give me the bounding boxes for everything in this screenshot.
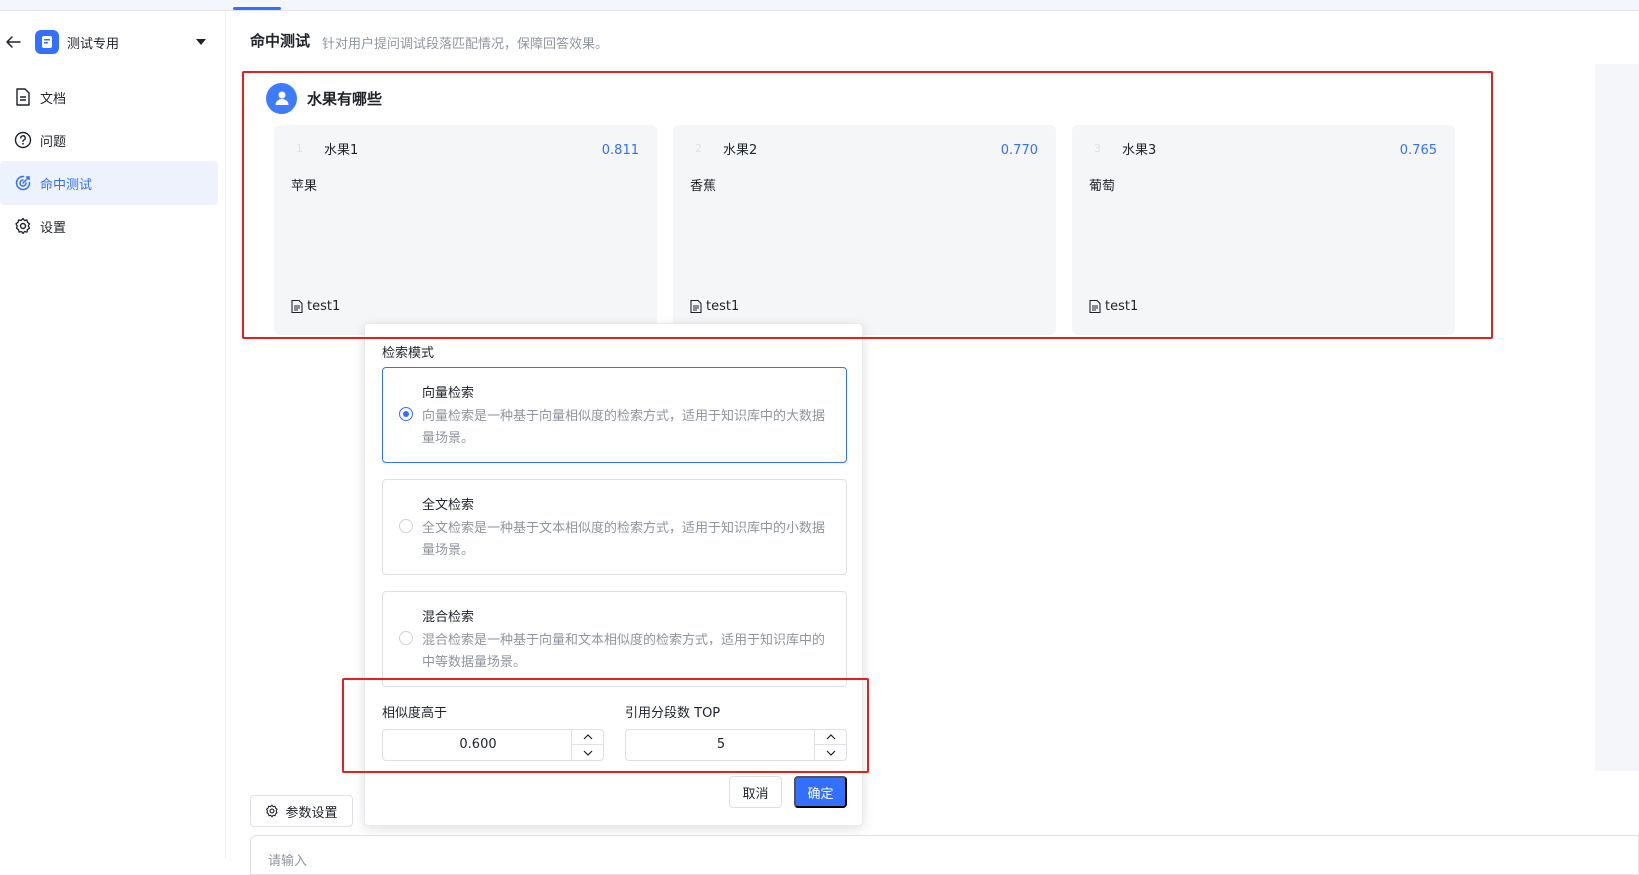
result-index: 3 — [1094, 142, 1101, 155]
radio-button[interactable] — [399, 407, 413, 421]
top-segments-input[interactable]: 5 — [625, 729, 847, 761]
result-name: 水果1 — [324, 143, 359, 158]
active-tab-indicator — [233, 7, 281, 10]
result-source-name: test1 — [1105, 299, 1139, 314]
parameter-settings-button[interactable]: 参数设置 — [250, 795, 353, 827]
file-icon — [291, 300, 303, 313]
search-mode-hybrid[interactable]: 混合检索 混合检索是一种基于向量和文本相似度的检索方式，适用于知识库中的中等数据… — [382, 591, 847, 687]
cancel-button[interactable]: 取消 — [729, 776, 782, 808]
top-segments-label: 引用分段数 TOP — [625, 706, 721, 721]
target-icon — [13, 173, 33, 193]
sidebar-item-label: 文档 — [40, 91, 67, 107]
sidebar-item-label: 设置 — [40, 220, 67, 236]
result-index: 1 — [296, 142, 303, 155]
result-score: 0.811 — [601, 143, 639, 158]
result-content: 葡萄 — [1089, 179, 1116, 194]
question-circle-icon — [13, 130, 33, 150]
question-row: 水果有哪些 — [266, 80, 382, 116]
result-name: 水果2 — [723, 143, 758, 158]
search-mode-fulltext[interactable]: 全文检索 全文检索是一种基于文本相似度的检索方式，适用于知识库中的小数据量场景。 — [382, 479, 847, 575]
sidebar-item-hit-test[interactable]: 命中测试 — [0, 161, 218, 205]
similarity-threshold-value[interactable]: 0.600 — [383, 730, 573, 760]
number-stepper — [571, 730, 603, 760]
sidebar-item-label: 问题 — [40, 134, 67, 150]
similarity-threshold-input[interactable]: 0.600 — [382, 729, 604, 761]
user-avatar-icon — [266, 82, 297, 114]
search-mode-label: 检索模式 — [382, 346, 435, 361]
page-subtitle: 针对用户提问调试段落匹配情况，保障回答效果。 — [322, 37, 609, 52]
knowledge-base-name: 测试专用 — [67, 37, 120, 52]
result-card[interactable]: 2 水果2 0.770 香蕉 test1 — [673, 125, 1056, 335]
page-title: 命中测试 — [250, 32, 311, 50]
question-text: 水果有哪些 — [307, 89, 383, 108]
search-mode-description: 全文检索是一种基于文本相似度的检索方式，适用于知识库中的小数据量场景。 — [422, 521, 826, 558]
radio-button[interactable] — [399, 519, 413, 533]
search-mode-title: 全文检索 — [422, 498, 475, 513]
result-card[interactable]: 1 水果1 0.811 苹果 test1 — [274, 125, 657, 335]
result-name: 水果3 — [1122, 143, 1157, 158]
sidebar: 测试专用 文档 问题 命中测试 设置 — [0, 11, 226, 859]
file-icon — [1089, 300, 1101, 313]
result-content: 香蕉 — [690, 179, 717, 194]
search-mode-description: 混合检索是一种基于向量和文本相似度的检索方式，适用于知识库中的中等数据量场景。 — [422, 633, 826, 670]
sidebar-item-questions[interactable]: 问题 — [0, 118, 218, 162]
gear-icon — [13, 216, 33, 236]
increment-icon[interactable] — [572, 730, 603, 745]
result-content: 苹果 — [291, 179, 318, 194]
confirm-button[interactable]: 确定 — [794, 776, 847, 808]
sidebar-item-documents[interactable]: 文档 — [0, 75, 218, 119]
caret-down-icon[interactable] — [194, 35, 208, 49]
result-source-name: test1 — [706, 299, 740, 314]
sidebar-item-label: 命中测试 — [40, 177, 93, 193]
knowledge-base-header[interactable]: 测试专用 — [0, 27, 226, 57]
result-source: test1 — [1089, 299, 1138, 314]
search-mode-vector[interactable]: 向量检索 向量检索是一种基于向量相似度的检索方式，适用于知识库中的大数据量场景。 — [382, 367, 847, 463]
top-segments-value[interactable]: 5 — [626, 730, 816, 760]
result-card[interactable]: 3 水果3 0.765 葡萄 test1 — [1072, 125, 1455, 335]
increment-icon[interactable] — [815, 730, 846, 745]
result-source-name: test1 — [307, 299, 341, 314]
search-mode-title: 向量检索 — [422, 386, 475, 401]
top-tab-bar — [0, 0, 1639, 11]
parameter-settings-popover: 检索模式 向量检索 向量检索是一种基于向量相似度的检索方式，适用于知识库中的大数… — [364, 323, 863, 826]
parameter-settings-label: 参数设置 — [285, 805, 338, 821]
result-source: test1 — [690, 299, 739, 314]
similarity-threshold-label: 相似度高于 — [382, 706, 448, 721]
decrement-icon[interactable] — [815, 745, 846, 760]
radio-button[interactable] — [399, 631, 413, 645]
number-stepper — [814, 730, 846, 760]
sidebar-item-settings[interactable]: 设置 — [0, 204, 218, 248]
result-source: test1 — [291, 299, 340, 314]
document-icon — [13, 87, 33, 107]
file-icon — [690, 300, 702, 313]
gear-icon — [266, 804, 279, 818]
search-mode-description: 向量检索是一种基于向量相似度的检索方式，适用于知识库中的大数据量场景。 — [422, 409, 826, 446]
question-input[interactable]: 请输入 — [250, 835, 1639, 875]
search-mode-title: 混合检索 — [422, 610, 475, 625]
result-score: 0.765 — [1399, 143, 1437, 158]
result-score: 0.770 — [1000, 143, 1038, 158]
result-index: 2 — [695, 142, 702, 155]
decrement-icon[interactable] — [572, 745, 603, 760]
back-arrow-icon[interactable] — [4, 33, 22, 51]
knowledge-base-logo-icon — [35, 30, 59, 54]
question-input-placeholder: 请输入 — [268, 854, 308, 869]
